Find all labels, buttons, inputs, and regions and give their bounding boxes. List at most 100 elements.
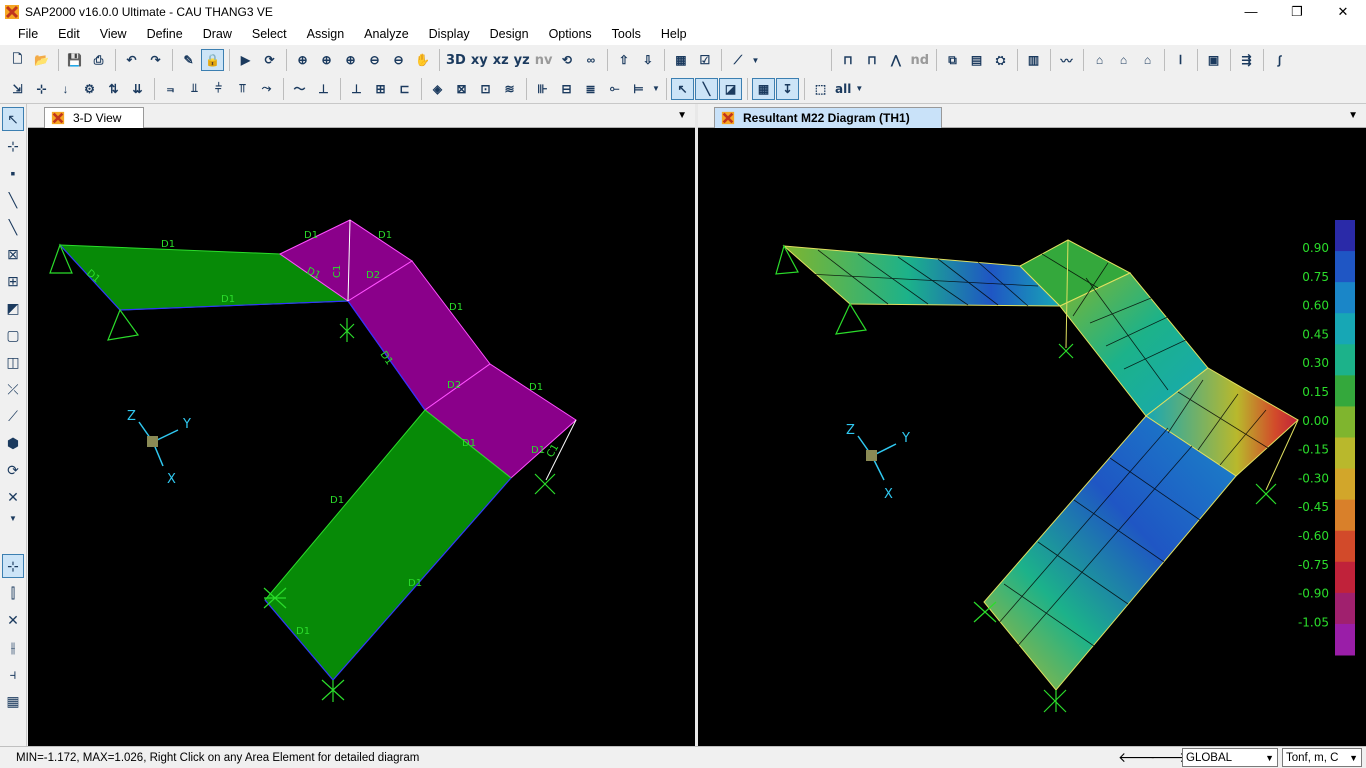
reshape-icon[interactable]: ⊹ xyxy=(2,134,24,158)
tab-resultant-m22[interactable]: Resultant M22 Diagram (TH1) xyxy=(714,107,942,128)
menu-options[interactable]: Options xyxy=(539,27,602,41)
contour-slab-lower[interactable] xyxy=(983,415,1237,691)
draw-joint-icon[interactable]: ▪ xyxy=(2,161,24,185)
perspective-icon[interactable]: ∞ xyxy=(579,49,602,71)
move-up-icon[interactable]: ⇧ xyxy=(612,49,635,71)
zoom-prev-icon[interactable]: ⊖ xyxy=(387,49,410,71)
snap-intersections-icon[interactable]: ✕ xyxy=(2,608,24,632)
pencil-icon[interactable]: ✎ xyxy=(177,49,200,71)
clear-selection-icon[interactable]: ⬚ xyxy=(809,78,832,100)
draw-section-cut-icon[interactable]: ⟳ xyxy=(2,458,24,482)
pan-hand-icon[interactable]: ✋ xyxy=(411,49,434,71)
snap-perpendicular-icon[interactable]: ⫲ xyxy=(2,635,24,659)
snap-fine-grid-icon[interactable]: ▦ xyxy=(2,689,24,713)
draw-rect-area-icon[interactable]: ▢ xyxy=(2,323,24,347)
solid-icon[interactable]: ◈ xyxy=(426,78,449,100)
menu-design[interactable]: Design xyxy=(480,27,539,41)
arrow-right-icon[interactable]: 🡒 xyxy=(1150,749,1188,766)
move-down-icon[interactable]: ⇩ xyxy=(636,49,659,71)
frame-braced-icon[interactable]: ⊓ xyxy=(860,49,883,71)
link-icon[interactable]: 〜 xyxy=(288,78,311,100)
menu-help[interactable]: Help xyxy=(651,27,697,41)
assign-restraint-icon[interactable]: ⊹ xyxy=(30,78,53,100)
rotate-view-icon[interactable]: ⟲ xyxy=(555,49,578,71)
display-options-icon[interactable]: ▦ xyxy=(669,49,692,71)
view-nv-button[interactable]: nv xyxy=(533,49,555,71)
view-xz-button[interactable]: xz xyxy=(491,49,511,71)
zoom-restore-icon[interactable]: ⊕ xyxy=(315,49,338,71)
arrow-left-icon[interactable]: 🡐 xyxy=(1118,749,1156,766)
select-pointer-icon[interactable]: ↖ xyxy=(671,77,694,100)
joint-constraint-icon[interactable]: ⇅ xyxy=(102,78,125,100)
frame-truss-icon[interactable]: ⋀ xyxy=(884,49,907,71)
set-display-icon[interactable]: ☑ xyxy=(693,49,716,71)
assign-joint-icon[interactable]: ⇲ xyxy=(6,78,29,100)
model-3d-canvas[interactable]: D1 D1 D1 D1 D1 D1 D2 C1 D1 D1 D2 D1 D1 D… xyxy=(28,128,695,746)
pointer-icon[interactable]: ↖ xyxy=(2,107,24,131)
quick-draw-braces-icon[interactable]: ⊠ xyxy=(2,242,24,266)
draw-solid-icon[interactable]: ⬢ xyxy=(2,431,24,455)
redo-icon[interactable]: ↷ xyxy=(144,49,167,71)
menu-assign[interactable]: Assign xyxy=(297,27,355,41)
area-stiffness-icon[interactable]: ⊏ xyxy=(393,78,416,100)
solid-surface-icon[interactable]: ≋ xyxy=(498,78,521,100)
nd-button[interactable]: nd xyxy=(908,49,931,71)
save-icon[interactable]: 💾 xyxy=(63,49,86,71)
quick-draw-frame-icon[interactable]: ╲ xyxy=(2,215,24,239)
cable-icon[interactable]: ⊟ xyxy=(555,78,578,100)
color-display-icon[interactable]: ▣ xyxy=(1202,49,1225,71)
dropdown-arrow-icon[interactable]: ▼ xyxy=(854,78,864,100)
pane-dropdown-icon[interactable]: ▼ xyxy=(1348,110,1358,121)
zoom-window-icon[interactable]: ⊕ xyxy=(291,49,314,71)
menu-draw[interactable]: Draw xyxy=(193,27,242,41)
draw-tendon-icon[interactable]: ⤫ xyxy=(2,377,24,401)
bridge-icon[interactable]: ⟜ xyxy=(603,78,626,100)
view-yz-button[interactable]: yz xyxy=(512,49,532,71)
design-steel-icon[interactable]: ⌂ xyxy=(1088,49,1111,71)
pane-3d-view[interactable]: 3-D View ▼ D1 D1 D1 D1 D1 D1 D2 C1 D1 D1… xyxy=(28,104,695,746)
spring-icon[interactable]: ∫ xyxy=(1268,49,1291,71)
shrink-objects-icon[interactable]: ⟋ xyxy=(726,49,749,71)
frame-icon[interactable]: ⊓ xyxy=(836,49,859,71)
select-intersecting-icon[interactable]: ╲ xyxy=(695,77,718,100)
select-all-button[interactable]: all xyxy=(833,78,853,100)
menu-tools[interactable]: Tools xyxy=(602,27,651,41)
lock-icon[interactable]: 🔒 xyxy=(201,49,224,71)
frame-section-icon[interactable]: ⫬ xyxy=(159,78,182,100)
draw-dimension-icon[interactable]: ✕ xyxy=(2,485,24,509)
draw-poly-area-icon[interactable]: ◩ xyxy=(2,296,24,320)
close-button[interactable]: ✕ xyxy=(1320,0,1366,23)
quick-draw-area-icon[interactable]: ◫ xyxy=(2,350,24,374)
menu-display[interactable]: Display xyxy=(419,27,480,41)
grid-snap-icon[interactable]: ▦ xyxy=(752,77,775,100)
tendon-icon[interactable]: ⊪ xyxy=(531,78,554,100)
coord-system-select[interactable]: GLOBAL ▼ xyxy=(1182,748,1278,767)
area-section-icon[interactable]: ⊥ xyxy=(345,78,368,100)
run-analysis-icon[interactable]: ▶ xyxy=(234,49,257,71)
select-polygon-icon[interactable]: ◪ xyxy=(719,77,742,100)
menu-select[interactable]: Select xyxy=(242,27,297,41)
pane-dropdown-icon[interactable]: ▼ xyxy=(677,110,687,121)
joint-load-icon[interactable]: ↓ xyxy=(54,78,77,100)
table-icon[interactable]: ▥ xyxy=(1022,49,1045,71)
dropdown-arrow-icon[interactable]: ▼ xyxy=(750,49,760,71)
menu-edit[interactable]: Edit xyxy=(48,27,90,41)
link-property-icon[interactable]: ⊥ xyxy=(312,78,335,100)
tab-3d-view[interactable]: 3-D View xyxy=(44,107,144,128)
draw-cable-icon[interactable]: ⟋ xyxy=(2,404,24,428)
new-file-icon[interactable]: 🗋 xyxy=(6,49,29,71)
forces-icon[interactable]: ▤ xyxy=(965,49,988,71)
frame-release-icon[interactable]: ⫫ xyxy=(183,78,206,100)
contour-slab-upper[interactable] xyxy=(782,245,1062,307)
plot-function-icon[interactable]: 〰 xyxy=(1055,49,1078,71)
draw-link-icon[interactable]: ⊞ xyxy=(2,269,24,293)
open-file-icon[interactable]: 📂 xyxy=(30,49,53,71)
group-icon[interactable]: ≣ xyxy=(579,78,602,100)
load-pattern-icon[interactable]: ⇶ xyxy=(1235,49,1258,71)
bridge-load-icon[interactable]: ⊨ xyxy=(627,78,650,100)
joint-springs-icon[interactable]: ⚙ xyxy=(78,78,101,100)
slab-lower-area-d1[interactable] xyxy=(264,409,512,681)
joint-mass-icon[interactable]: ⇊ xyxy=(126,78,149,100)
frame-load-icon[interactable]: ⫪ xyxy=(231,78,254,100)
pane-m22-diagram[interactable]: Resultant M22 Diagram (TH1) ▼ Z Y X 0.90… xyxy=(698,104,1366,746)
